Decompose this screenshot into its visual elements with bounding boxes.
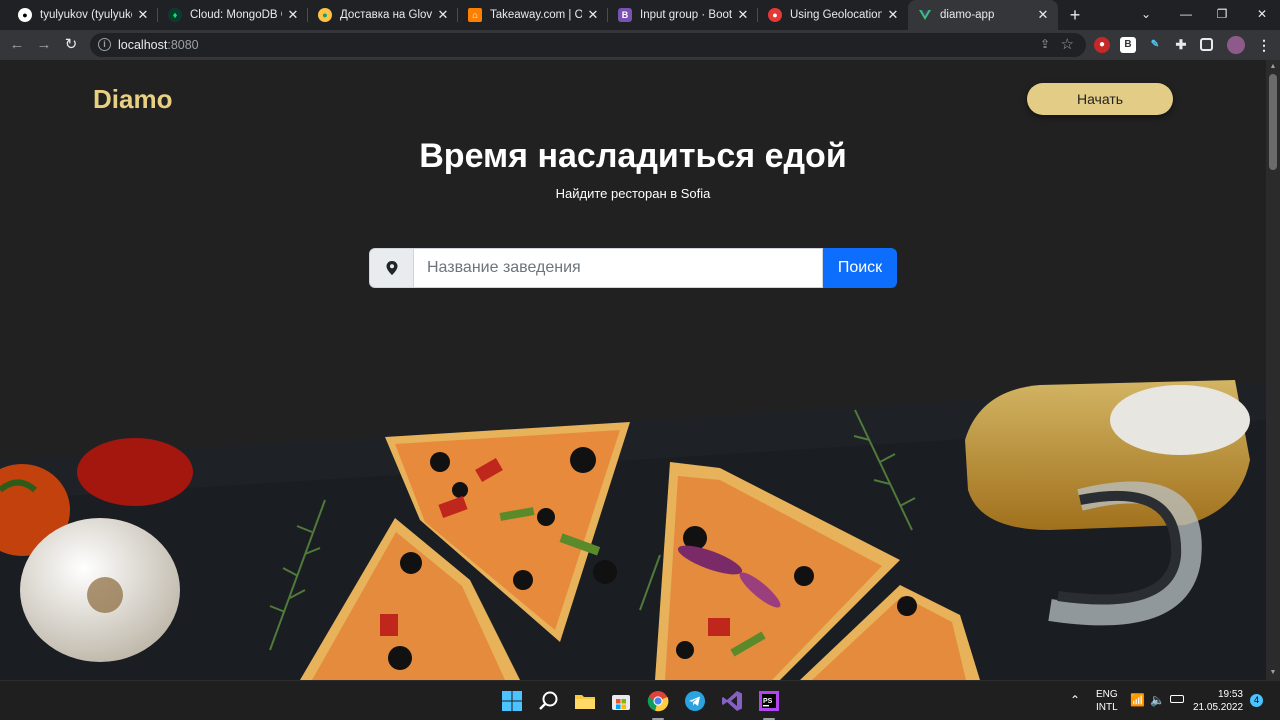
scroll-thumb[interactable] [1269,74,1277,170]
tab-title: Доставка на Glovo в [340,9,432,21]
page-subtitle: Найдите ресторан в Sofia [555,186,711,201]
tray-overflow-icon[interactable]: ⌃ [1070,693,1080,707]
close-tab-icon[interactable]: ✕ [136,7,150,23]
close-tab-icon[interactable]: ✕ [436,7,450,23]
share-icon[interactable]: ⇪ [1040,37,1050,51]
url-host: localhost [118,38,168,52]
browser-toolbar: ← → ↻ i localhost:8080 ⇪ ☆ ● B ✎ ✚ ⋮ [0,30,1280,60]
menu-icon[interactable]: ⋮ [1256,37,1272,53]
back-icon[interactable]: ← [6,34,28,56]
maximize-icon[interactable]: ❐ [1204,0,1240,30]
reload-icon[interactable]: ↻ [60,34,82,56]
tab-geolocation[interactable]: ● Using Geolocation wi ✕ [758,0,908,30]
tab-title: Input group · Bootstra [640,9,732,21]
tab-strip: ● tyulyukov (tyulyukov) ✕ ♦ Cloud: Mongo… [0,0,1280,30]
svg-text:PS: PS [763,698,773,705]
glovo-icon: ● [318,8,332,22]
close-tab-icon[interactable]: ✕ [586,7,600,23]
hero-food-image [0,380,1266,680]
close-tab-icon[interactable]: ✕ [1036,7,1050,23]
bookmark-star-icon[interactable]: ☆ [1061,35,1074,53]
visual-studio-icon[interactable] [720,689,744,713]
file-explorer-icon[interactable] [573,689,597,713]
extension-pen-icon[interactable]: ✎ [1147,37,1163,53]
location-addon[interactable] [369,248,414,288]
bootstrap-icon: B [618,8,632,22]
new-tab-icon[interactable]: + [1064,4,1086,26]
close-tab-icon[interactable]: ✕ [286,7,300,23]
github-icon: ● [18,8,32,22]
extensions-puzzle-icon[interactable]: ✚ [1173,37,1189,53]
page-viewport: Diamo Начать Время насладиться едой Найд… [0,60,1266,680]
scroll-down-icon[interactable]: ▼ [1266,666,1280,680]
search-button[interactable]: Поиск [823,248,897,288]
profile-avatar-icon[interactable] [1227,36,1245,54]
search-icon[interactable] [537,689,561,713]
adblock-extension-icon[interactable]: ● [1094,37,1110,53]
tab-search-icon[interactable]: ⌄ [1128,0,1164,30]
telegram-icon[interactable] [683,689,707,713]
vue-icon [918,8,932,22]
tab-github[interactable]: ● tyulyukov (tyulyukov) ✕ [8,0,158,30]
notification-badge[interactable]: 4 [1250,694,1263,707]
extension-b-icon[interactable]: B [1120,37,1136,53]
tab-mongodb[interactable]: ♦ Cloud: MongoDB Clo ✕ [158,0,308,30]
tab-glovo[interactable]: ● Доставка на Glovo в ✕ [308,0,458,30]
battery-icon[interactable] [1170,695,1184,703]
tab-title: Using Geolocation wi [790,9,882,21]
close-tab-icon[interactable]: ✕ [736,7,750,23]
tab-bootstrap[interactable]: B Input group · Bootstra ✕ [608,0,758,30]
tab-takeaway[interactable]: ⌂ Takeaway.com | Order ✕ [458,0,608,30]
close-window-icon[interactable]: ✕ [1244,0,1280,30]
microsoft-store-icon[interactable] [609,689,633,713]
chrome-icon[interactable] [646,689,670,713]
close-tab-icon[interactable]: ✕ [886,7,900,23]
phpstorm-icon[interactable]: PS [757,689,781,713]
tomato-shape [77,438,193,506]
minimize-icon[interactable]: — [1168,0,1204,30]
search-group: Поиск [369,248,897,288]
start-button[interactable]: Начать [1027,83,1173,115]
site-info-icon[interactable]: i [98,38,111,51]
logo[interactable]: Diamo [93,84,172,115]
mongodb-icon: ♦ [168,8,182,22]
page-title: Время насладиться едой [419,137,847,175]
side-panel-icon[interactable] [1200,38,1213,51]
language-code: ENG [1096,689,1118,700]
wifi-icon[interactable]: 📶 [1130,693,1145,707]
address-bar[interactable]: i localhost:8080 ⇪ ☆ [90,33,1086,57]
clock[interactable]: 19:53 21.05.2022 [1193,688,1243,714]
tab-title: diamo-app [940,9,995,21]
page-scrollbar[interactable]: ▲ ▼ [1266,60,1280,680]
language-indicator[interactable]: ENG INTL [1096,688,1118,714]
url-port: :8080 [167,38,199,52]
tab-title: Cloud: MongoDB Clo [190,9,282,21]
tab-title: tyulyukov (tyulyukov) [40,9,132,21]
scroll-up-icon[interactable]: ▲ [1266,60,1280,74]
forward-icon[interactable]: → [33,34,55,56]
map-marker-icon [386,261,397,275]
clock-date: 21.05.2022 [1193,702,1244,713]
windows-start-icon[interactable] [500,689,524,713]
search-input[interactable] [414,248,823,288]
keyboard-layout: INTL [1096,702,1118,713]
tab-diamo-app[interactable]: diamo-app ✕ [908,0,1058,30]
geolocation-icon: ● [768,8,782,22]
taskbar: PS ⌃ ENG INTL 📶 🔈 19:53 21.05.2022 4 [0,680,1280,720]
url-text: localhost:8080 [118,38,199,52]
tab-title: Takeaway.com | Order [490,9,582,21]
takeaway-icon: ⌂ [468,8,482,22]
volume-icon[interactable]: 🔈 [1150,693,1165,707]
clock-time: 19:53 [1217,689,1243,700]
